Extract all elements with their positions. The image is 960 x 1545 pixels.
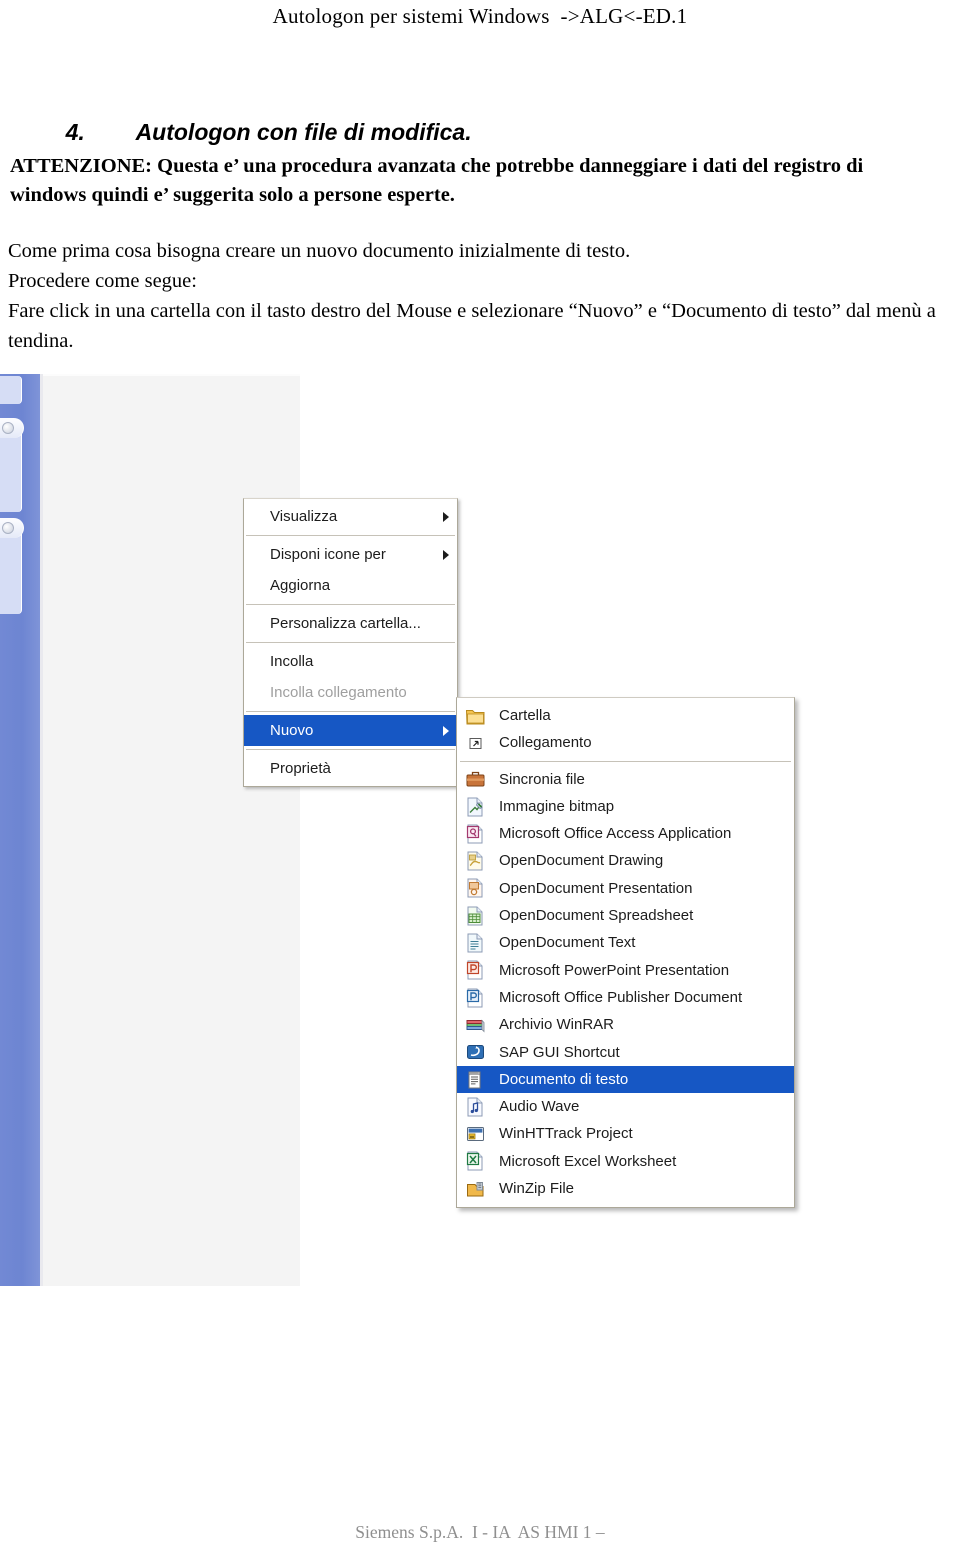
new-submenu-item-label: Immagine bitmap	[499, 797, 615, 815]
body-text: Come prima cosa bisogna creare un nuovo …	[8, 236, 938, 356]
submenu-arrow-icon	[443, 549, 449, 560]
new-submenu-item-label: WinZip File	[499, 1180, 575, 1198]
menu-separator	[246, 604, 455, 605]
winzip-icon	[465, 1178, 486, 1199]
context-menu-item-label: Nuovo	[270, 722, 314, 739]
new-submenu-item-label: Microsoft Excel Worksheet	[499, 1152, 677, 1170]
body-paragraph-1: Come prima cosa bisogna creare un nuovo …	[8, 240, 631, 262]
context-menu-item-label: Proprietà	[270, 760, 331, 777]
context-menu-item[interactable]: Visualizza	[244, 501, 457, 532]
new-submenu-item-label: Microsoft Office Publisher Document	[499, 988, 743, 1006]
context-menu-item-label: Visualizza	[270, 508, 338, 525]
task-pane-divider	[40, 374, 43, 1286]
new-submenu-item[interactable]: Microsoft Office Publisher Document	[457, 984, 794, 1011]
bitmap-image-icon	[465, 796, 486, 817]
opendocument-text-icon	[465, 933, 486, 954]
context-menu-item[interactable]: Proprietà	[244, 753, 457, 784]
context-menu-item[interactable]: Disponi icone per	[244, 539, 457, 570]
new-submenu-item[interactable]: Microsoft PowerPoint Presentation	[457, 957, 794, 984]
new-submenu-item-label: WinHTTrack Project	[499, 1125, 633, 1143]
new-submenu[interactable]: Cartella Collegamento Sincronia file Immagi…	[456, 697, 795, 1209]
new-submenu-item[interactable]: Cartella	[457, 702, 794, 729]
explorer-top-edge	[43, 374, 300, 376]
menu-separator	[246, 642, 455, 643]
section-title: Autologon con file di modifica.	[135, 119, 472, 145]
new-submenu-item-label: Sincronia file	[499, 770, 585, 788]
body-paragraph-2: Procedere come segue:	[8, 270, 197, 292]
context-menu-item[interactable]: Personalizza cartella...	[244, 608, 457, 639]
new-submenu-item[interactable]: Microsoft Excel Worksheet	[457, 1148, 794, 1175]
context-menu-item-label: Incolla	[270, 653, 314, 670]
new-submenu-item[interactable]: Microsoft Office Access Application	[457, 820, 794, 847]
new-submenu-item-label: OpenDocument Drawing	[499, 852, 664, 870]
body-paragraph-3: Fare click in una cartella con il tasto …	[8, 300, 936, 352]
section-number: 4.	[65, 119, 85, 145]
context-menu-item[interactable]: Nuovo	[244, 715, 457, 746]
new-submenu-item-label: Audio Wave	[499, 1098, 580, 1116]
folder-icon	[465, 705, 486, 726]
opendocument-drawing-icon	[465, 851, 486, 872]
new-submenu-item[interactable]: Sincronia file	[457, 766, 794, 793]
submenu-arrow-icon	[443, 725, 449, 736]
new-submenu-item[interactable]: OpenDocument Spreadsheet	[457, 902, 794, 929]
task-pane-panel-1	[0, 376, 22, 404]
new-submenu-item-label: OpenDocument Text	[499, 934, 636, 952]
context-menu-item[interactable]: Aggiorna	[244, 570, 457, 601]
submenu-arrow-icon	[443, 511, 449, 522]
sap-gui-icon	[465, 1042, 486, 1063]
context-menu-item: Incolla collegamento	[244, 677, 457, 708]
new-submenu-item[interactable]: Archivio WinRAR	[457, 1011, 794, 1038]
running-header: Autologon per sistemi Windows ->ALG<-ED.…	[272, 4, 688, 28]
explorer-task-pane	[0, 374, 40, 1286]
new-submenu-item[interactable]: SAP GUI Shortcut	[457, 1039, 794, 1066]
new-submenu-item-label: OpenDocument Spreadsheet	[499, 907, 694, 925]
powerpoint-icon	[465, 960, 486, 981]
footer-line-1: Siemens S.p.A. I - IA AS HMI 1 –	[355, 1522, 605, 1542]
menu-separator	[246, 711, 455, 712]
new-submenu-item-label: Cartella	[499, 707, 551, 724]
publisher-icon	[465, 987, 486, 1008]
opendocument-presentation-icon	[465, 878, 486, 899]
context-menu-item-label: Incolla collegamento	[270, 684, 407, 701]
new-submenu-item[interactable]: Collegamento	[457, 729, 794, 756]
new-submenu-item[interactable]: OpenDocument Presentation	[457, 875, 794, 902]
collapse-chevron-icon-1[interactable]	[2, 422, 14, 434]
access-icon	[465, 823, 486, 844]
new-submenu-item-label: Microsoft PowerPoint Presentation	[499, 961, 730, 979]
context-menu-item-label: Aggiorna	[270, 577, 331, 594]
winrar-icon	[465, 1014, 486, 1035]
context-menu-item-label: Disponi icone per	[270, 546, 386, 563]
new-submenu-item-label: Collegamento	[499, 734, 592, 752]
shortcut-icon	[465, 732, 486, 753]
briefcase-icon	[465, 769, 486, 790]
collapse-chevron-icon-2[interactable]	[2, 522, 14, 534]
excel-icon	[465, 1151, 486, 1172]
opendocument-spreadsheet-icon	[465, 905, 486, 926]
new-submenu-item-label: OpenDocument Presentation	[499, 879, 693, 897]
new-submenu-item[interactable]: Documento di testo	[457, 1065, 794, 1094]
new-submenu-item-label: Microsoft Office Access Application	[499, 825, 732, 843]
new-submenu-item-label: SAP GUI Shortcut	[499, 1043, 620, 1061]
menu-separator	[246, 535, 455, 536]
new-submenu-item-label: Archivio WinRAR	[499, 1016, 615, 1034]
menu-separator	[246, 749, 455, 750]
text-document-icon	[465, 1069, 486, 1090]
folder-context-menu[interactable]: Visualizza Disponi icone per Aggiorna Perso…	[243, 498, 458, 787]
winhttrack-icon	[465, 1124, 486, 1145]
new-submenu-item[interactable]: Audio Wave	[457, 1093, 794, 1120]
new-submenu-item[interactable]: OpenDocument Text	[457, 929, 794, 956]
new-submenu-item[interactable]: Immagine bitmap	[457, 793, 794, 820]
context-menu-item-label: Personalizza cartella...	[270, 615, 421, 632]
audio-wave-icon	[465, 1096, 486, 1117]
new-submenu-item[interactable]: WinHTTrack Project	[457, 1120, 794, 1147]
new-submenu-item[interactable]: WinZip File	[457, 1175, 794, 1202]
new-submenu-item-label: Documento di testo	[499, 1070, 629, 1088]
page-footer: Siemens S.p.A. I - IA AS HMI 1 – TECHNIC…	[0, 1472, 960, 1545]
warning-paragraph: ATTENZIONE: Questa e’ una procedura avan…	[10, 155, 864, 206]
new-submenu-item[interactable]: OpenDocument Drawing	[457, 847, 794, 874]
menu-separator	[460, 760, 791, 762]
document-page: Autologon per sistemi Windows ->ALG<-ED.…	[0, 0, 960, 1545]
context-menu-item[interactable]: Incolla	[244, 646, 457, 677]
